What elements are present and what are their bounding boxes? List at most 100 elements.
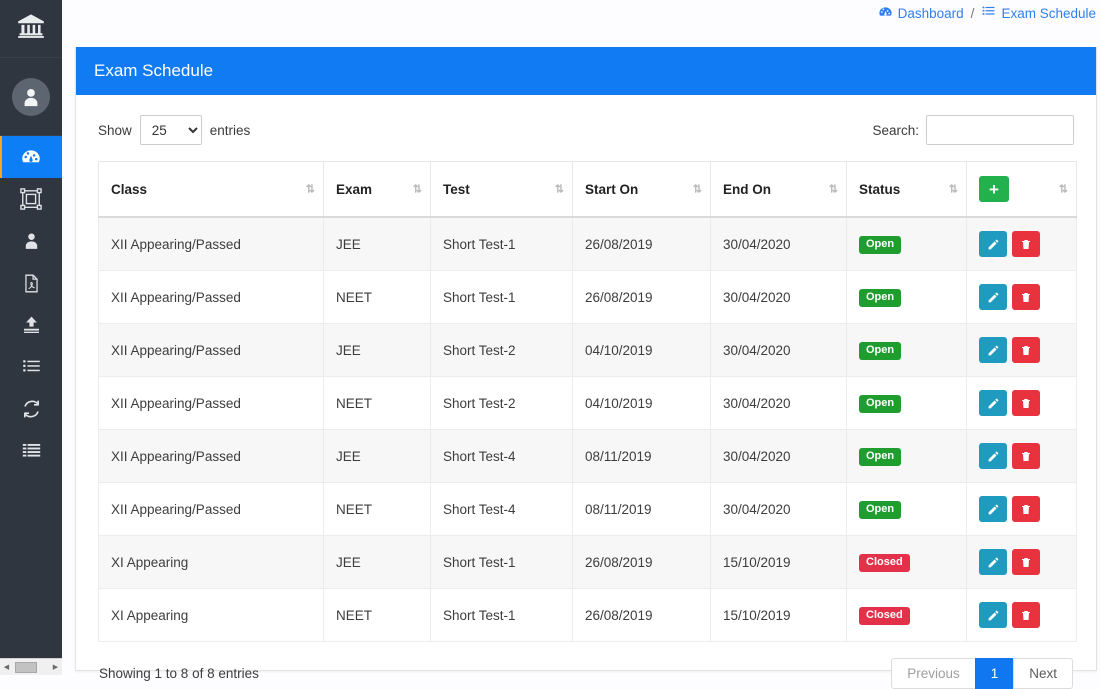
sidebar-item-list[interactable] — [0, 346, 62, 388]
pencil-icon — [987, 238, 1000, 251]
cell-start-on: 26/08/2019 — [573, 217, 711, 271]
panel-body: Show 102550100 entries Search: Class ⇅ E… — [76, 95, 1096, 689]
add-exam-schedule-button[interactable]: + — [979, 176, 1009, 202]
edit-row-button[interactable] — [979, 337, 1007, 363]
breadcrumb-dashboard-link[interactable]: Dashboard — [878, 5, 964, 22]
column-header-status[interactable]: Status ⇅ — [847, 162, 967, 218]
column-label: Status — [859, 182, 900, 197]
pencil-icon — [987, 556, 1000, 569]
column-header-test[interactable]: Test ⇅ — [431, 162, 573, 218]
scroll-left-arrow[interactable]: ◀ — [0, 660, 13, 675]
status-badge: Open — [859, 236, 901, 254]
table-header-row: Class ⇅ Exam ⇅ Test ⇅ Start On ⇅ — [99, 162, 1077, 218]
status-badge: Open — [859, 342, 901, 360]
delete-row-button[interactable] — [1012, 284, 1040, 310]
sidebar-item-students[interactable] — [0, 220, 62, 262]
pencil-icon — [987, 450, 1000, 463]
cell-status: Open — [847, 324, 967, 377]
list-alt-icon — [21, 442, 42, 461]
edit-row-button[interactable] — [979, 496, 1007, 522]
sidebar-item-reports[interactable] — [0, 430, 62, 472]
cell-class: XII Appearing/Passed — [99, 217, 324, 271]
table-row: XI AppearingJEEShort Test-126/08/201915/… — [99, 536, 1077, 589]
row-action-group — [979, 231, 1064, 257]
table-body: XII Appearing/PassedJEEShort Test-126/08… — [99, 217, 1077, 642]
column-header-end-on[interactable]: End On ⇅ — [711, 162, 847, 218]
bank-icon — [16, 12, 46, 45]
sidebar-user[interactable] — [0, 58, 62, 136]
cell-end-on: 30/04/2020 — [711, 217, 847, 271]
sidebar-item-batches[interactable] — [0, 178, 62, 220]
edit-row-button[interactable] — [979, 602, 1007, 628]
breadcrumb-separator: / — [971, 6, 975, 21]
delete-row-button[interactable] — [1012, 496, 1040, 522]
delete-row-button[interactable] — [1012, 231, 1040, 257]
page-length-select[interactable]: 102550100 — [140, 115, 202, 145]
sort-icon[interactable]: ⇅ — [829, 183, 837, 196]
cell-class: XII Appearing/Passed — [99, 483, 324, 536]
edit-row-button[interactable] — [979, 549, 1007, 575]
sort-icon[interactable]: ⇅ — [555, 183, 563, 196]
row-action-group — [979, 337, 1064, 363]
exam-schedule-table: Class ⇅ Exam ⇅ Test ⇅ Start On ⇅ — [98, 161, 1077, 642]
edit-row-button[interactable] — [979, 390, 1007, 416]
row-action-group — [979, 602, 1064, 628]
edit-row-button[interactable] — [979, 443, 1007, 469]
cell-end-on: 30/04/2020 — [711, 377, 847, 430]
search-input[interactable] — [926, 115, 1074, 145]
pagination: Previous 1 Next — [891, 658, 1073, 689]
trash-icon — [1020, 291, 1032, 304]
edit-row-button[interactable] — [979, 284, 1007, 310]
delete-row-button[interactable] — [1012, 337, 1040, 363]
delete-row-button[interactable] — [1012, 390, 1040, 416]
pagination-page-1[interactable]: 1 — [975, 658, 1015, 689]
sidebar-item-upload[interactable] — [0, 304, 62, 346]
sort-icon[interactable]: ⇅ — [1059, 183, 1067, 196]
pencil-icon — [987, 344, 1000, 357]
edit-row-button[interactable] — [979, 231, 1007, 257]
trash-icon — [1020, 238, 1032, 251]
search-label: Search: — [872, 123, 919, 138]
delete-row-button[interactable] — [1012, 443, 1040, 469]
entries-info: Showing 1 to 8 of 8 entries — [99, 666, 259, 681]
sort-icon[interactable]: ⇅ — [306, 183, 314, 196]
column-header-exam[interactable]: Exam ⇅ — [324, 162, 431, 218]
column-header-start-on[interactable]: Start On ⇅ — [573, 162, 711, 218]
panel-header: Exam Schedule — [76, 47, 1096, 95]
pagination-next[interactable]: Next — [1013, 658, 1073, 689]
column-header-actions[interactable]: + ⇅ — [967, 162, 1077, 218]
scrollbar-thumb[interactable] — [15, 662, 37, 673]
sort-icon[interactable]: ⇅ — [413, 183, 421, 196]
scrollbar-track[interactable] — [13, 660, 49, 675]
user-icon — [22, 231, 41, 251]
cell-status: Open — [847, 430, 967, 483]
breadcrumb: Dashboard / Exam Schedule — [62, 0, 1100, 26]
cell-test: Short Test-2 — [431, 324, 573, 377]
sort-icon[interactable]: ⇅ — [693, 183, 701, 196]
sidebar-item-documents[interactable] — [0, 262, 62, 304]
delete-row-button[interactable] — [1012, 602, 1040, 628]
sidebar-item-dashboard[interactable] — [0, 136, 62, 178]
scroll-right-arrow[interactable]: ▶ — [49, 660, 62, 675]
delete-row-button[interactable] — [1012, 549, 1040, 575]
status-badge: Open — [859, 501, 901, 519]
table-row: XII Appearing/PassedJEEShort Test-408/11… — [99, 430, 1077, 483]
list-icon — [981, 5, 996, 21]
sidebar-horizontal-scrollbar[interactable]: ◀ ▶ — [0, 658, 62, 675]
sidebar-brand[interactable] — [0, 0, 62, 58]
sidebar-item-sync[interactable] — [0, 388, 62, 430]
pencil-icon — [987, 291, 1000, 304]
column-header-class[interactable]: Class ⇅ — [99, 162, 324, 218]
cell-test: Short Test-1 — [431, 589, 573, 642]
table-row: XII Appearing/PassedJEEShort Test-126/08… — [99, 217, 1077, 271]
cell-test: Short Test-1 — [431, 536, 573, 589]
cell-status: Closed — [847, 589, 967, 642]
cell-end-on: 15/10/2019 — [711, 536, 847, 589]
pagination-previous[interactable]: Previous — [891, 658, 976, 689]
search-control: Search: — [872, 115, 1074, 145]
sidebar: ◀ ▶ — [0, 0, 62, 675]
cell-status: Closed — [847, 536, 967, 589]
column-label: Test — [443, 182, 470, 197]
sort-icon[interactable]: ⇅ — [949, 183, 957, 196]
breadcrumb-dashboard-label: Dashboard — [898, 6, 964, 21]
